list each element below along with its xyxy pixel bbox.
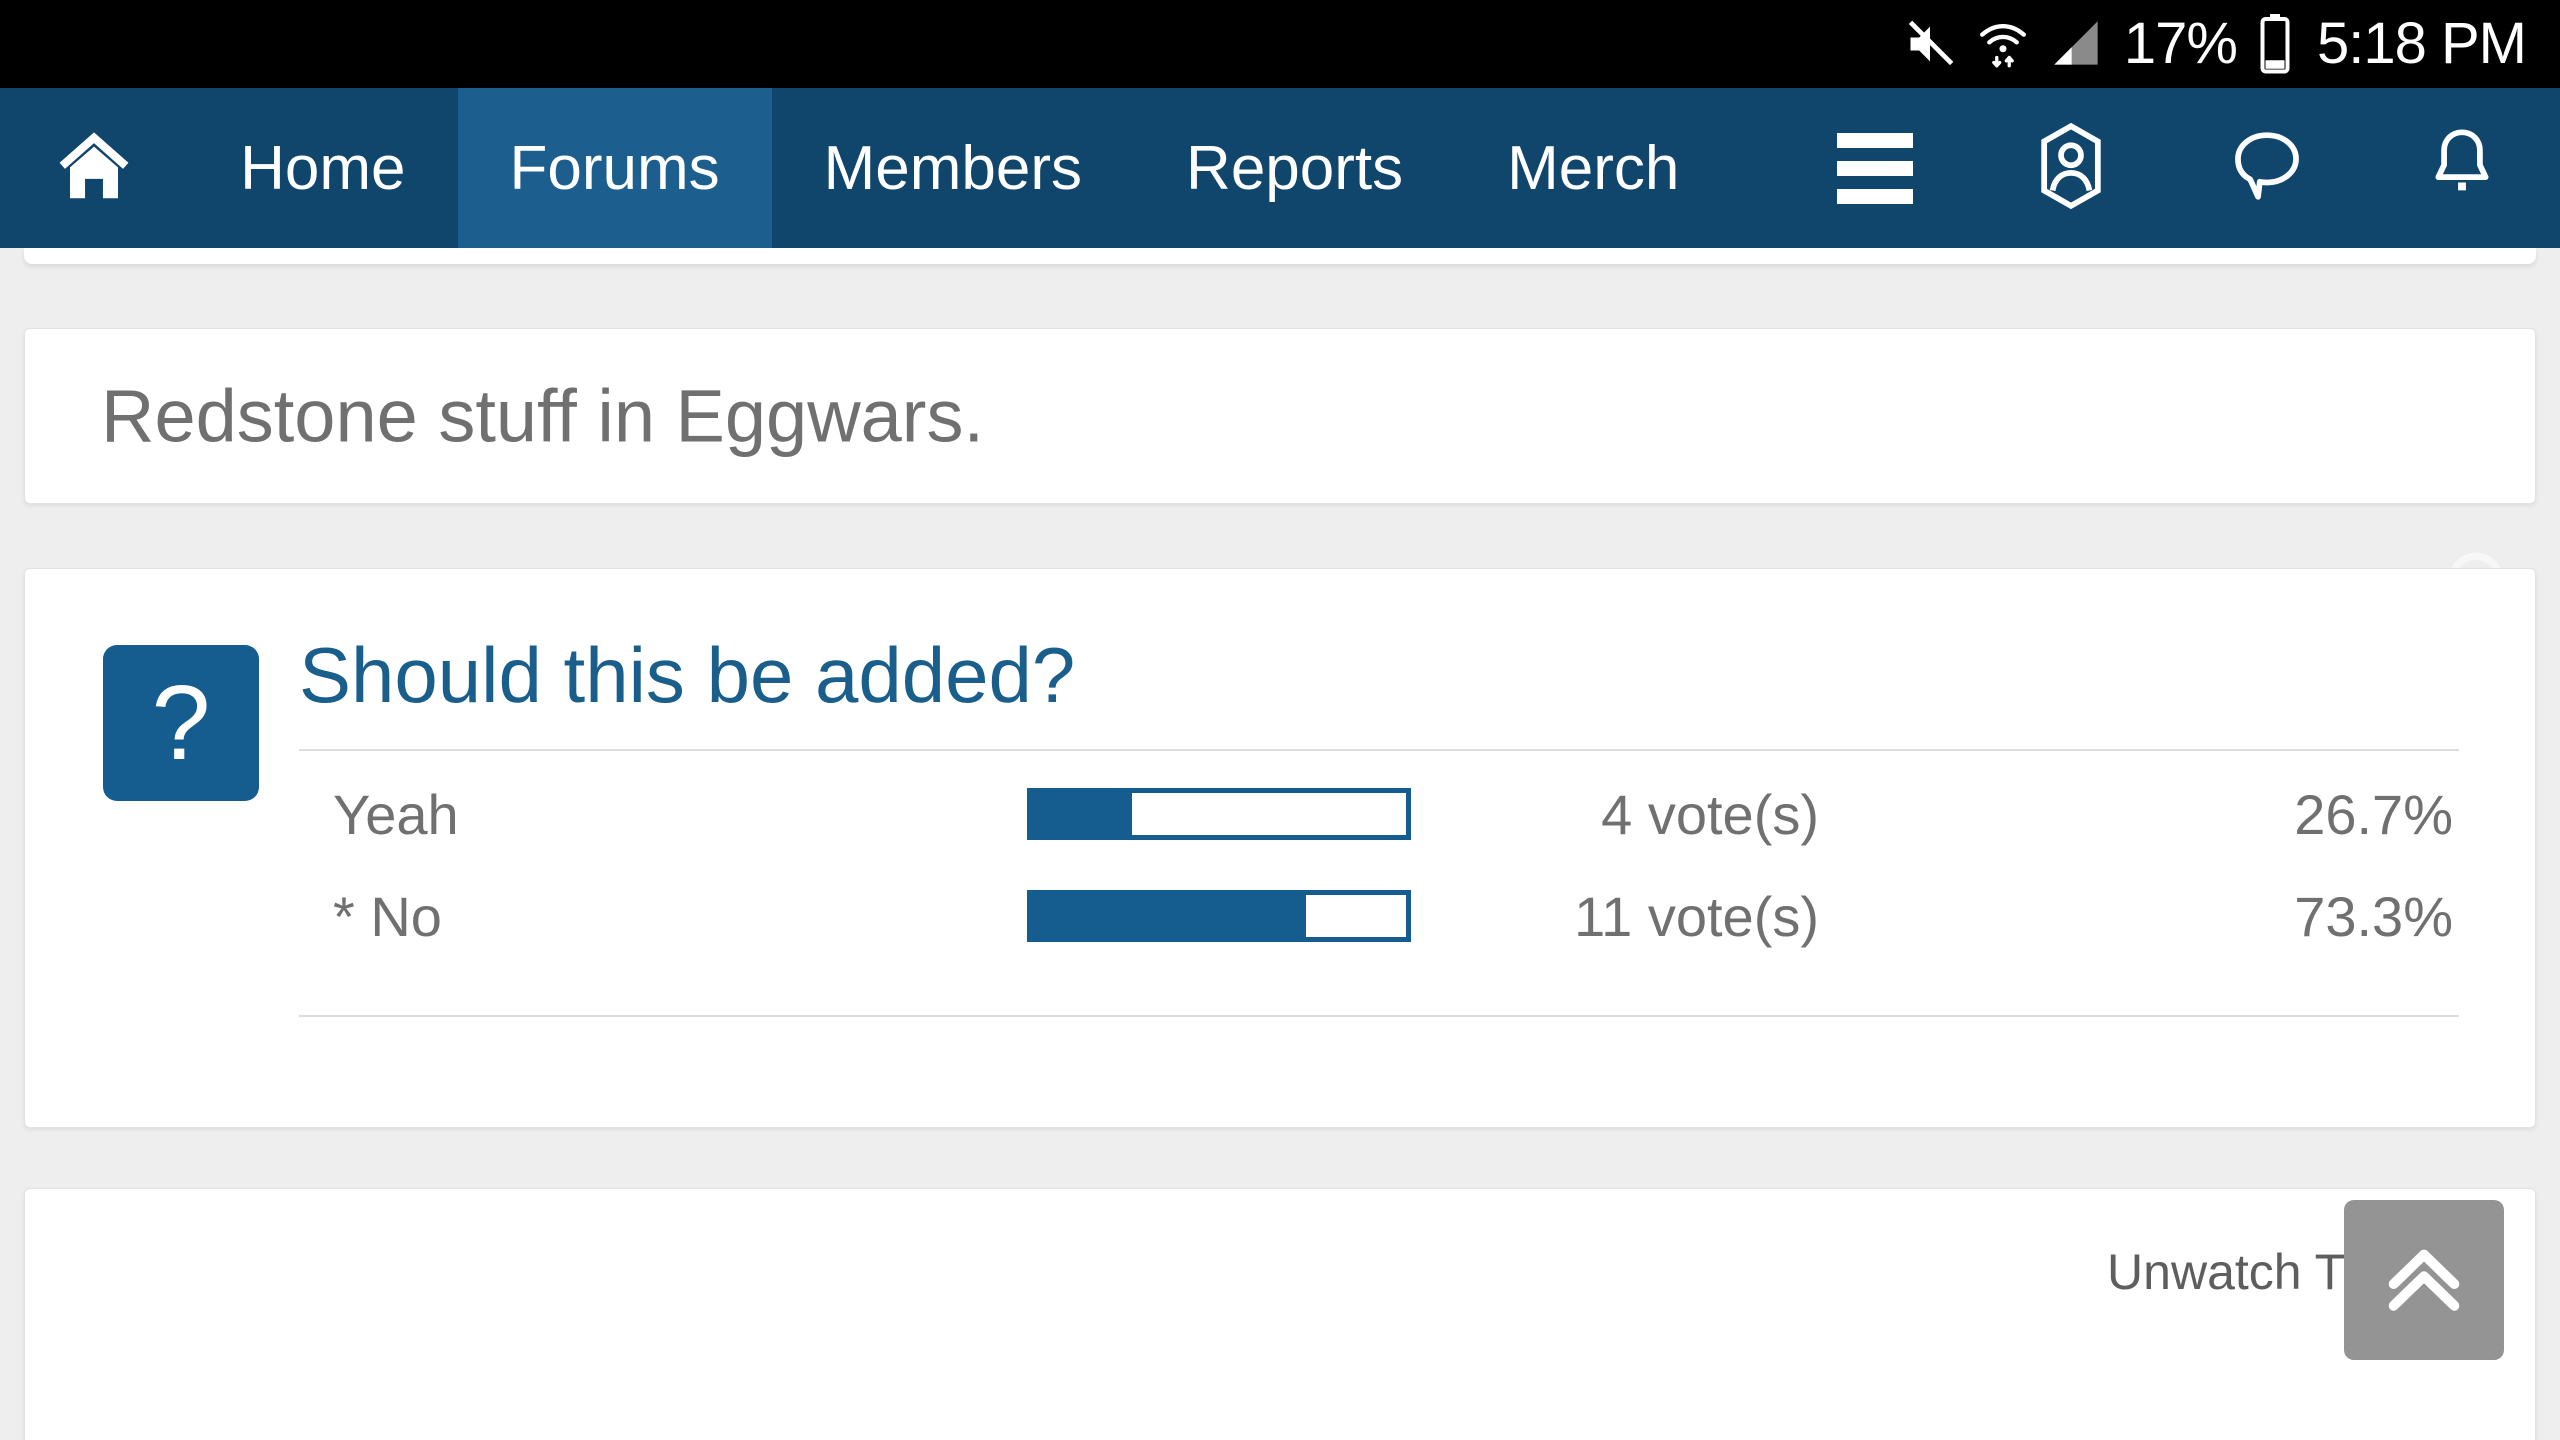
- main-navigation-bar: Home Forums Members Reports Merch: [0, 88, 2560, 248]
- poll-vote-count: 4 vote(s): [1601, 782, 1819, 846]
- poll-bar-cell: [959, 788, 1479, 841]
- poll-results-list: Yeah 4 vote(s) 26.7% * No 11 vote(s) 73.…: [299, 763, 2459, 967]
- poll-footer-divider: [299, 1015, 2459, 1018]
- nav-tab-merch[interactable]: Merch: [1455, 88, 1731, 248]
- poll-progress-bar: [1027, 788, 1411, 841]
- hamburger-menu-button[interactable]: [1777, 88, 1973, 248]
- poll-badge-glyph: ?: [151, 664, 211, 782]
- poll-result-row: * No 11 vote(s) 73.3%: [299, 865, 2459, 967]
- home-icon-button[interactable]: [0, 88, 188, 248]
- alerts-button[interactable]: [2364, 88, 2560, 248]
- poll-option-label: * No: [333, 884, 442, 948]
- battery-icon: [2259, 14, 2291, 74]
- nav-tab-home[interactable]: Home: [188, 88, 457, 248]
- poll-vote-count: 11 vote(s): [1574, 884, 1819, 948]
- hamburger-menu-icon: [1837, 132, 1914, 204]
- poll-percent: 26.7%: [2294, 782, 2453, 846]
- poll-progress-fill: [1032, 895, 1307, 938]
- status-bar-clock: 5:18 PM: [2317, 11, 2527, 76]
- android-status-bar: 17% 5:18 PM: [0, 0, 2560, 88]
- poll-question-label: Should this be added?: [299, 631, 1076, 719]
- mute-icon: [1904, 18, 1956, 70]
- poll-progress-bar: [1027, 890, 1411, 943]
- poll-option-label: Yeah: [333, 782, 459, 846]
- cellular-signal-icon: [2050, 19, 2102, 69]
- nav-tab-reports-label: Reports: [1186, 133, 1404, 203]
- thread-title-card: Redstone stuff in Eggwars.: [24, 328, 2536, 504]
- battery-percent-label: 17%: [2123, 11, 2238, 76]
- poll-card: ? Should this be added? Yeah 4 vote(s) 2…: [24, 568, 2536, 1128]
- nav-tab-forums[interactable]: Forums: [457, 88, 772, 248]
- poll-question-icon: ?: [103, 645, 259, 801]
- nav-tab-reports[interactable]: Reports: [1134, 88, 1455, 248]
- scroll-to-top-button[interactable]: [2344, 1200, 2504, 1360]
- nav-tab-members[interactable]: Members: [772, 88, 1134, 248]
- page-content: Redstone stuff in Eggwars. ? Should this…: [0, 248, 2560, 1440]
- conversations-icon: [2224, 123, 2310, 214]
- page-title: Redstone stuff in Eggwars.: [101, 374, 985, 458]
- alerts-bell-icon: [2419, 123, 2505, 214]
- nav-tab-members-label: Members: [823, 133, 1083, 203]
- double-chevron-up-icon: [2372, 1226, 2476, 1335]
- poll-percent: 73.3%: [2294, 884, 2453, 948]
- nav-tab-home-label: Home: [240, 133, 406, 203]
- poll-result-row: Yeah 4 vote(s) 26.7%: [299, 763, 2459, 865]
- thread-actions-card: Unwatch Thread Go to First Unread: [24, 1188, 2536, 1440]
- wifi-icon: [1978, 17, 2028, 71]
- nav-tab-merch-label: Merch: [1507, 133, 1680, 203]
- user-account-icon: [2025, 120, 2117, 217]
- conversations-button[interactable]: [2169, 88, 2365, 248]
- home-icon: [51, 123, 137, 214]
- poll-progress-fill: [1032, 793, 1132, 836]
- poll-bar-cell: [959, 890, 1479, 943]
- previous-card-sliver: [24, 248, 2536, 264]
- nav-tab-forums-label: Forums: [509, 133, 720, 203]
- poll-header-divider: [299, 749, 2459, 752]
- user-account-button[interactable]: [1973, 88, 2169, 248]
- poll-body: Should this be added? Yeah 4 vote(s) 26.…: [299, 629, 2459, 1018]
